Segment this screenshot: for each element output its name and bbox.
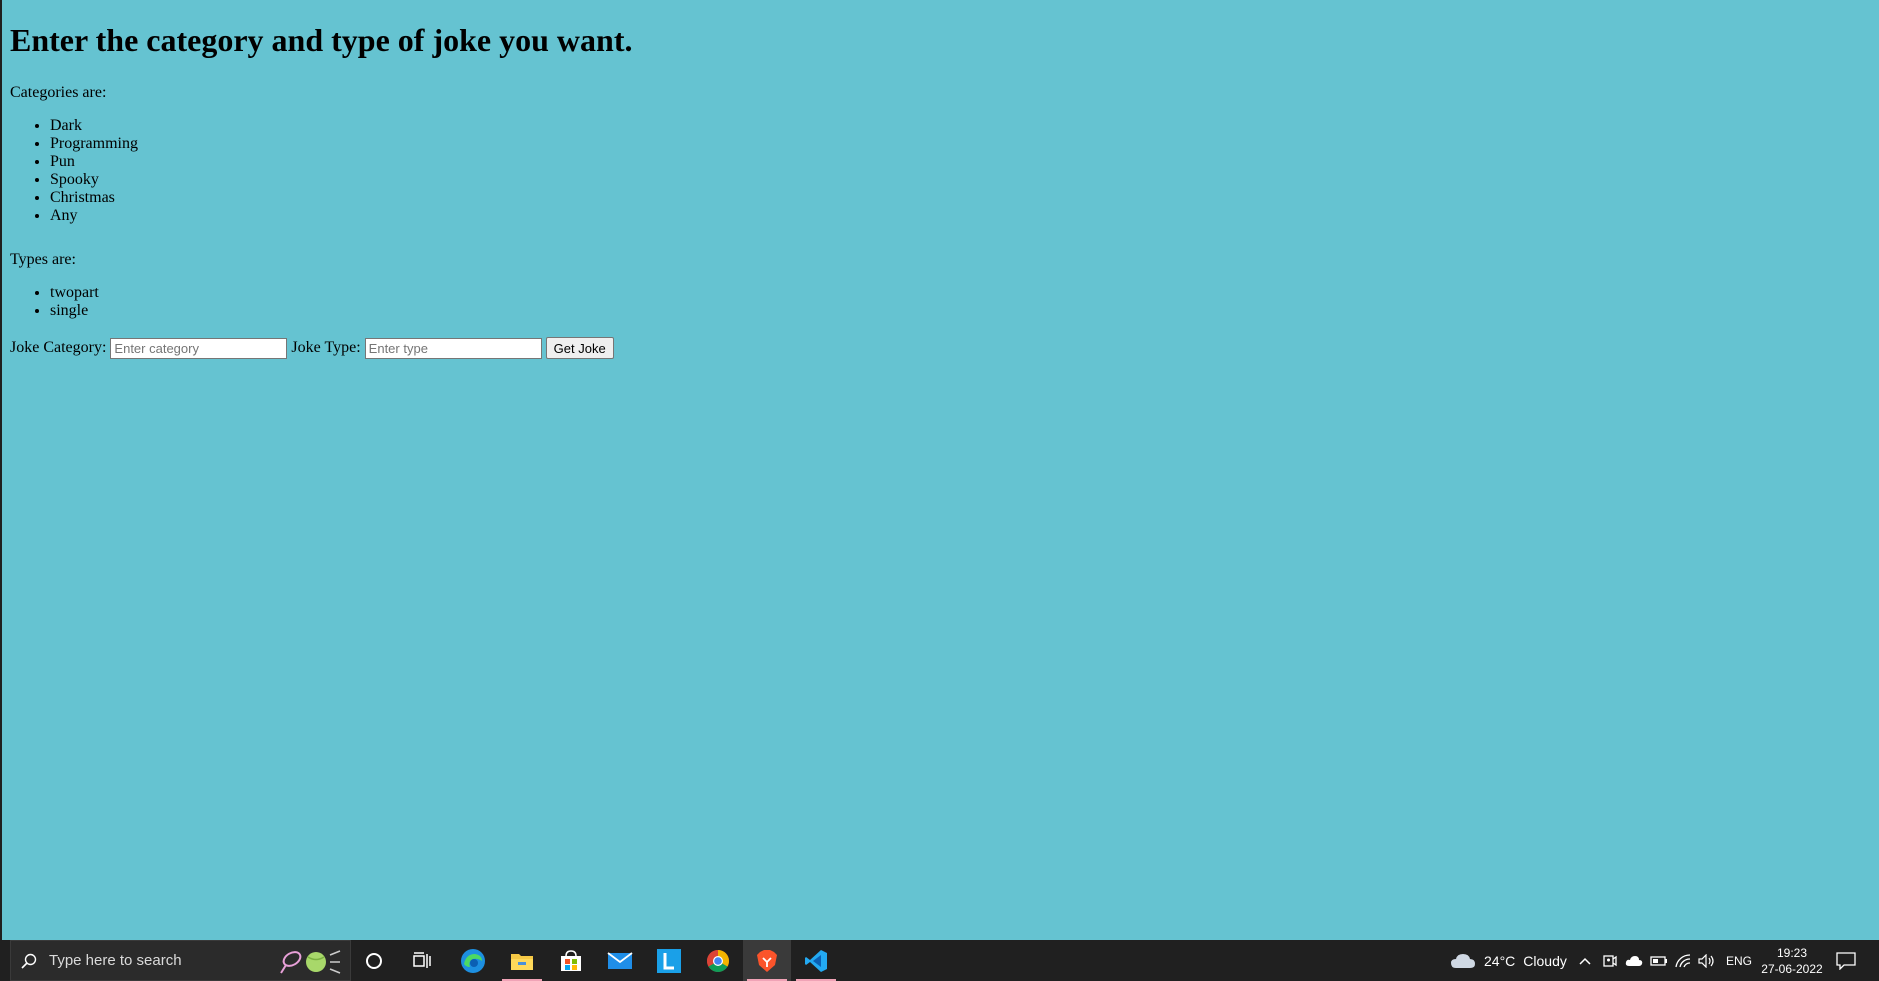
vscode-icon[interactable]: [792, 940, 840, 981]
joke-form: Joke Category: Joke Type: Get Joke: [10, 337, 1870, 359]
categories-list: Dark Programming Pun Spooky Christmas An…: [10, 117, 1870, 225]
meet-now-icon[interactable]: [1603, 940, 1617, 981]
joke-type-label: Joke Type:: [291, 339, 361, 356]
task-view-icon[interactable]: [398, 940, 446, 981]
cloud-icon: [1451, 953, 1475, 968]
edge-icon[interactable]: [449, 940, 497, 981]
taskbar-clock[interactable]: 19:23 27-06-2022: [1759, 945, 1825, 977]
get-joke-button[interactable]: Get Joke: [545, 337, 614, 359]
taskbar-search-placeholder: Type here to search: [49, 952, 182, 969]
clock-time: 19:23: [1776, 946, 1808, 960]
list-item-type: single: [50, 302, 1870, 320]
page-title: Enter the category and type of joke you …: [10, 22, 633, 58]
types-label: Types are:: [10, 251, 76, 268]
cortana-icon[interactable]: [350, 940, 398, 981]
list-item-category: Any: [50, 207, 1870, 225]
onedrive-icon[interactable]: [1625, 940, 1643, 981]
types-list: twopart single: [10, 284, 1870, 320]
list-item-category: Programming: [50, 135, 1870, 153]
chrome-icon[interactable]: [694, 940, 742, 981]
wifi-icon[interactable]: [1675, 940, 1691, 981]
weather-widget[interactable]: 24°C Cloudy: [1450, 940, 1567, 981]
mail-icon[interactable]: [596, 940, 644, 981]
language-indicator[interactable]: ENG: [1726, 940, 1752, 981]
volume-icon[interactable]: [1698, 940, 1716, 981]
joke-category-label: Joke Category:: [10, 339, 107, 356]
clock-date: 27-06-2022: [1761, 962, 1823, 976]
joke-category-input[interactable]: [110, 337, 288, 359]
list-item-category: Christmas: [50, 189, 1870, 207]
categories-label: Categories are:: [10, 84, 107, 101]
store-icon[interactable]: [547, 940, 595, 981]
search-highlight-icon: [278, 949, 342, 975]
taskbar-search-box[interactable]: Type here to search: [10, 940, 351, 981]
list-item-type: twopart: [50, 284, 1870, 302]
search-icon: [21, 953, 37, 969]
brave-icon[interactable]: [743, 940, 791, 981]
notification-center-icon[interactable]: [1836, 940, 1856, 981]
joke-type-input[interactable]: [364, 337, 542, 359]
battery-icon[interactable]: [1650, 940, 1668, 981]
browser-viewport: Enter the category and type of joke you …: [2, 0, 1879, 940]
weather-condition: Cloudy: [1523, 952, 1567, 969]
tray-overflow-icon[interactable]: [1578, 940, 1592, 981]
list-item-category: Dark: [50, 117, 1870, 135]
l-app-icon[interactable]: [645, 940, 693, 981]
page-content: Enter the category and type of joke you …: [10, 0, 1870, 359]
file-explorer-icon[interactable]: [498, 940, 546, 981]
list-item-category: Pun: [50, 153, 1870, 171]
list-item-category: Spooky: [50, 171, 1870, 189]
windows-taskbar: Type here to search: [0, 940, 1879, 981]
weather-temperature: 24°C: [1484, 952, 1516, 969]
